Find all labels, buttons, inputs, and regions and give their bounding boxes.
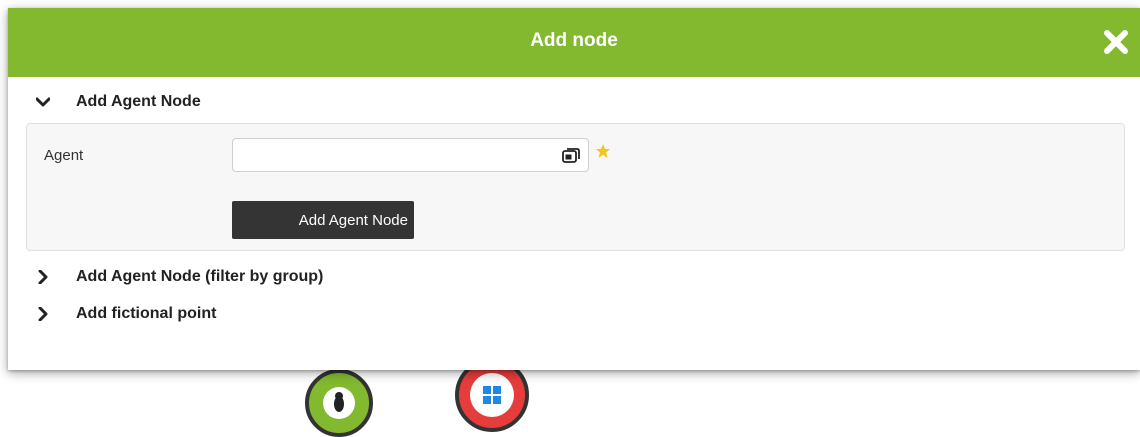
section-label: Add Agent Node (filter by group) [76,268,324,285]
agent-select-icon[interactable] [562,148,580,164]
add-agent-node-button[interactable]: Add Agent Node [232,201,414,239]
agent-input[interactable] [233,139,553,171]
section-label: Add fictional point [76,305,217,322]
section-label: Add Agent Node [76,93,201,110]
add-node-dialog: Add node Add Agent Node Agent Add Agent … [8,8,1140,370]
chevron-right-icon [38,307,48,321]
close-icon[interactable] [1102,28,1130,56]
chevron-right-icon [38,270,48,284]
section-add-agent-node-filter-by-group[interactable]: Add Agent Node (filter by group) [36,266,323,288]
agent-field-label: Agent [44,147,84,164]
section-add-agent-node[interactable]: Add Agent Node [36,91,201,113]
windows-icon [470,373,514,417]
background-node-linux[interactable] [305,369,373,437]
agent-input-wrapper [232,138,589,172]
required-star-icon [596,144,610,158]
section-add-fictional-point[interactable]: Add fictional point [36,303,216,325]
dialog-titlebar: Add node [8,8,1140,77]
dialog-title: Add node [530,30,618,51]
linux-icon [323,387,355,419]
chevron-down-icon [36,97,50,107]
add-agent-node-panel: Agent Add Agent Node [26,123,1125,251]
